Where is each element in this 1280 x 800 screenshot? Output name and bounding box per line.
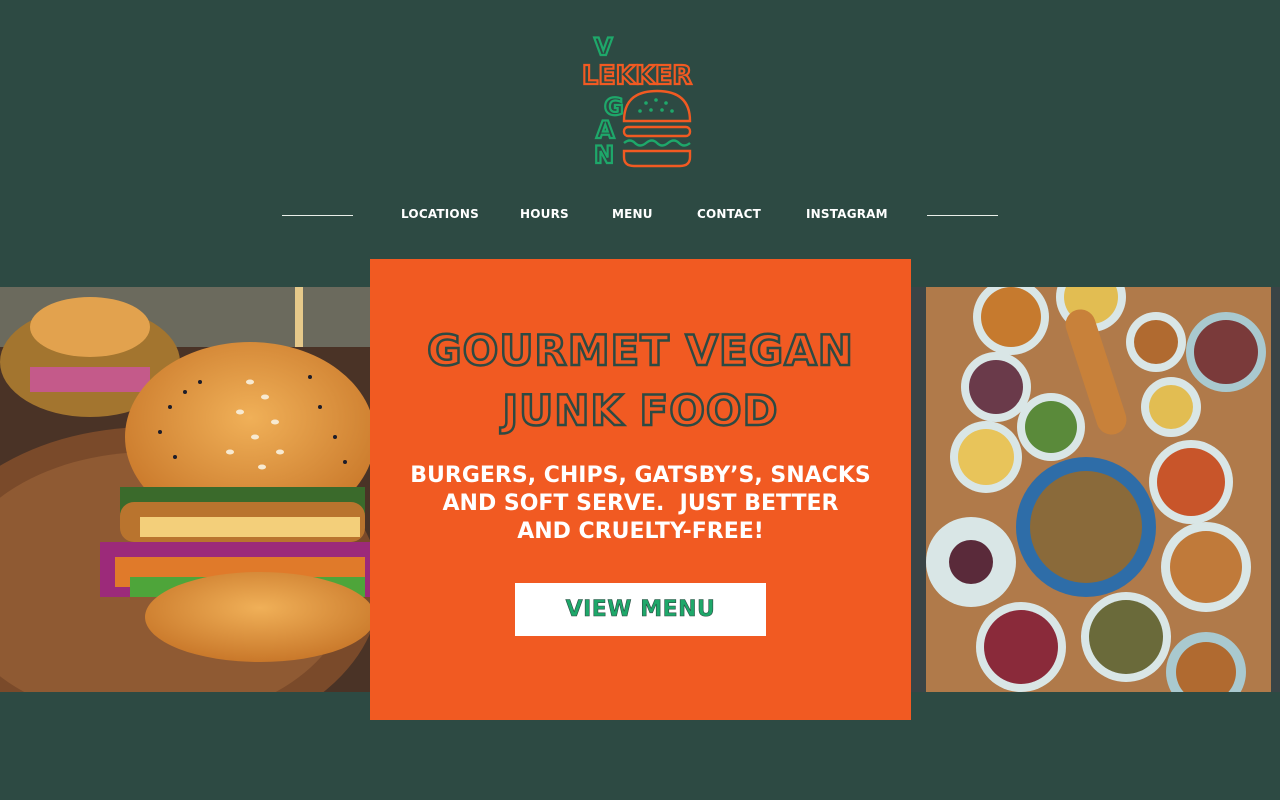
burger-photo (0, 287, 370, 692)
nav-item-locations[interactable]: LOCATIONS (401, 207, 479, 221)
hero-title-line-2: JUNK FOOD (501, 385, 779, 437)
hero-subtitle-line-3: AND CRUELTY-FREE! (517, 519, 764, 544)
hero-card: GOURMET VEGAN JUNK FOOD BURGERS, CHIPS, … (370, 259, 911, 720)
hero-title: GOURMET VEGAN JUNK FOOD (370, 321, 911, 441)
hero-subtitle: BURGERS, CHIPS, GATSBY’S, SNACKS AND SOF… (400, 462, 881, 546)
nav-item-contact[interactable]: CONTACT (697, 207, 761, 221)
hero-subtitle-line-2: AND SOFT SERVE. JUST BETTER (442, 491, 839, 516)
nav-item-hours[interactable]: HOURS (520, 207, 569, 221)
logo-letter-a: A (596, 116, 615, 144)
main-nav: LOCATIONS HOURS MENU CONTACT INSTAGRAM (0, 203, 1280, 229)
view-menu-button[interactable]: VIEW MENU (515, 583, 766, 636)
nav-divider-left (282, 215, 353, 216)
logo-letter-v: V (594, 33, 613, 61)
logo-word-lekker: LEKKER (582, 61, 692, 91)
hero-subtitle-line-1: BURGERS, CHIPS, GATSBY’S, SNACKS (410, 463, 871, 488)
logo-graphic: V G A N LEKKER (581, 33, 693, 170)
nav-item-instagram[interactable]: INSTAGRAM (806, 207, 888, 221)
nav-item-menu[interactable]: MENU (612, 207, 653, 221)
dishes-table-photo (911, 287, 1280, 692)
hero-title-line-1: GOURMET VEGAN (426, 325, 854, 377)
nav-divider-right (927, 215, 998, 216)
lekker-vegan-logo[interactable]: V G A N LEKKER (580, 33, 696, 173)
logo-letter-n: N (594, 141, 614, 169)
burger-icon (622, 89, 692, 168)
